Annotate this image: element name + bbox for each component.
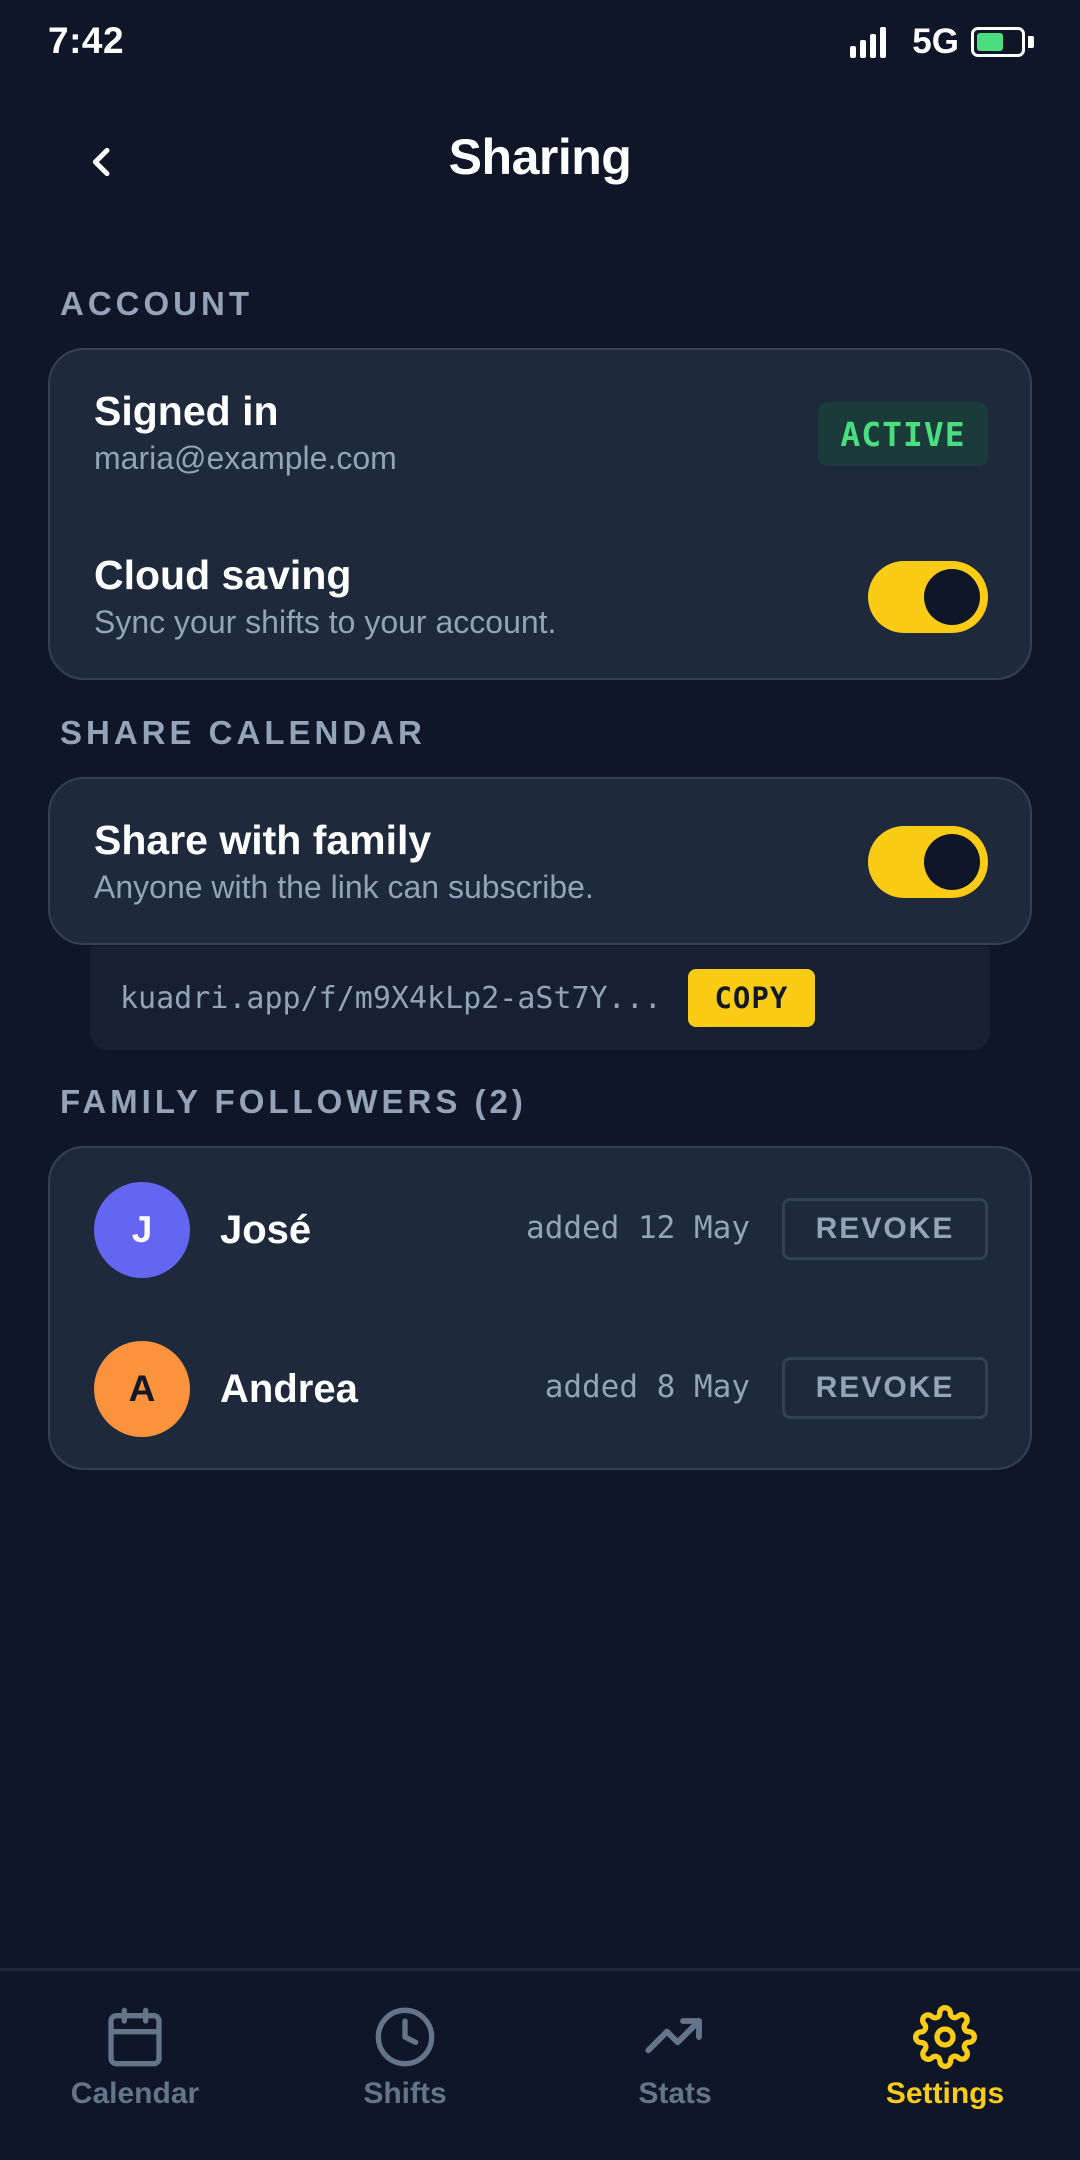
section-label-account: ACCOUNT [60,285,253,322]
toggle-knob [924,834,980,890]
nav-item-stats[interactable]: Stats [540,2005,810,2111]
nav-item-shifts[interactable]: Shifts [270,2005,540,2111]
signal-icon [850,26,887,58]
nav-item-calendar[interactable]: Calendar [0,2005,270,2111]
page-title: Sharing [448,129,632,185]
share-family-title: Share with family [94,817,432,863]
nav-label-calendar: Calendar [70,2077,200,2110]
nav-label-stats: Stats [638,2077,712,2110]
status-time: 7:42 [48,20,125,61]
cloud-saving-title: Cloud saving [94,552,352,598]
list-item: J José added 12 May REVOKE [50,1182,1030,1302]
follower-added-date: added 8 May [544,1369,750,1405]
account-card: Signed in maria@example.com ACTIVE Cloud… [48,348,1032,680]
follower-added-date: added 12 May [526,1210,750,1246]
section-label-followers: FAMILY FOLLOWERS (2) [60,1083,527,1120]
sharing-screen: 7:42 5G Sharing ACCOUNT Signed in maria@… [0,0,1080,2160]
share-family-subtitle: Anyone with the link can subscribe. [94,869,594,905]
follower-name: José [220,1208,312,1252]
cloud-saving-subtitle: Sync your shifts to your account. [94,604,557,640]
share-calendar-card: Share with family Anyone with the link c… [48,777,1032,945]
nav-label-shifts: Shifts [363,2077,447,2110]
follower-name: Andrea [220,1367,358,1411]
followers-card: J José added 12 May REVOKE A Andrea adde… [48,1146,1032,1470]
battery-icon [971,27,1025,57]
share-link-box: kuadri.app/f/m9X4kLp2-aSt7Y... COPY [90,946,990,1050]
trending-up-icon [645,2018,702,2054]
bottom-nav: Calendar Shifts Stats Settings [0,1968,1080,2160]
account-email: maria@example.com [94,440,397,476]
nav-item-settings[interactable]: Settings [810,2005,1080,2111]
network-type: 5G [912,22,959,61]
nav-label-settings: Settings [885,2077,1005,2110]
cloud-saving-toggle[interactable] [868,561,988,633]
status-badge: ACTIVE [818,402,988,466]
avatar: A [94,1341,190,1437]
status-indicators: 5G [850,22,1034,62]
revoke-button[interactable]: REVOKE [782,1198,988,1260]
share-link[interactable]: kuadri.app/f/m9X4kLp2-aSt7Y... [120,981,662,1016]
list-item: A Andrea added 8 May REVOKE [50,1341,1030,1461]
clock-icon [375,2007,435,2067]
signed-in-title: Signed in [94,388,279,434]
revoke-button[interactable]: REVOKE [782,1357,988,1419]
share-family-toggle[interactable] [868,826,988,898]
copy-button[interactable]: COPY [687,969,815,1027]
toggle-knob [924,569,980,625]
gear-icon [913,2005,977,2069]
section-label-share-calendar: SHARE CALENDAR [60,714,426,751]
avatar: J [94,1182,190,1278]
calendar-icon [108,2007,162,2067]
